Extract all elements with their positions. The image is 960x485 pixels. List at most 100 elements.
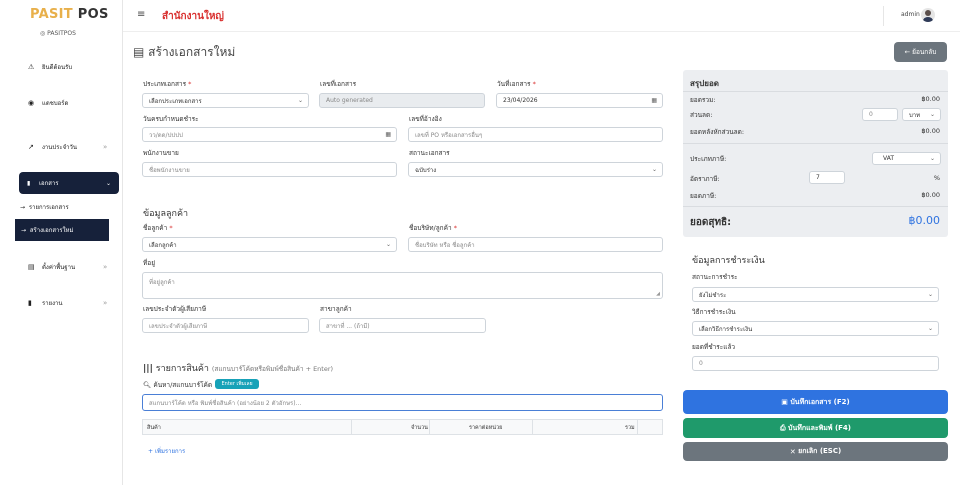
- sidebar-label: ตั้งค่าพื้นฐาน: [42, 264, 76, 271]
- tax-amount-value: ฿0.00: [921, 191, 940, 199]
- after-discount-value: ฿0.00: [921, 127, 940, 135]
- branch-name[interactable]: สำนักงานใหญ่: [162, 9, 224, 24]
- status-label: สถานะเอกสาร: [409, 149, 450, 157]
- summary-panel: สรุปยอด ยอดรวม: ฿0.00 ส่วนลด: 0 บาท ⌄ ยอด…: [683, 70, 948, 237]
- subtotal-value: ฿0.00: [921, 95, 940, 103]
- customer-value: เลือกลูกค้า: [149, 241, 177, 249]
- arrow-right-icon: →: [21, 226, 27, 234]
- status-value: ฉบับร่าง: [415, 166, 437, 174]
- sidebar-item-welcome[interactable]: ⚠ ยินดีต้อนรับ: [28, 62, 72, 72]
- sidebar-subitem-doc-new[interactable]: → สร้างเอกสารใหม่: [15, 219, 109, 241]
- summary-divider: [683, 143, 948, 144]
- net-total-label: ยอดสุทธิ:: [690, 217, 732, 228]
- doc-no-field: Auto generated: [319, 93, 485, 108]
- sidebar-label: แดชบอร์ด: [42, 100, 69, 107]
- arrow-right-icon: →: [20, 204, 26, 211]
- tax-rate-label: อัตราภาษี:: [690, 175, 720, 183]
- due-date-label: วันครบกำหนดชำระ: [143, 115, 199, 123]
- doc-date-value: 23/04/2026: [503, 97, 538, 104]
- customer-section-title: ข้อมูลลูกค้า: [143, 209, 189, 219]
- status-select[interactable]: ฉบับร่าง ⌄: [408, 162, 663, 177]
- tax-id-placeholder: เลขประจำตัวผู้เสียภาษี: [149, 322, 208, 330]
- sidebar-item-documents[interactable]: ▮ เอกสาร ⌄: [19, 172, 119, 194]
- avatar[interactable]: [921, 8, 935, 22]
- product-search-placeholder: สแกนบาร์โค้ด หรือ พิมพ์ชื่อสินค้า (อย่าง…: [149, 399, 302, 407]
- address-label: ที่อยู่: [143, 259, 155, 267]
- ref-field[interactable]: เลขที่ PO หรือเอกสารอื่นๆ: [408, 127, 663, 142]
- save-button[interactable]: ▣ บันทึกเอกสาร (F2): [683, 390, 948, 414]
- menu-toggle-icon[interactable]: ≡: [137, 9, 145, 20]
- sidebar-item-dashboard[interactable]: ◉ แดชบอร์ด: [28, 98, 68, 108]
- paid-amount-value: 0: [699, 360, 703, 367]
- cancel-button[interactable]: ✕ ยกเลิก (ESC): [683, 442, 948, 461]
- summary-divider: [683, 91, 948, 92]
- user-name[interactable]: admin: [901, 11, 920, 18]
- company-field[interactable]: ชื่อบริษัท หรือ ชื่อลูกค้า: [408, 237, 663, 252]
- customer-name-label: ชื่อลูกค้า *: [143, 224, 173, 232]
- column-divider: [429, 420, 430, 435]
- save-print-button[interactable]: ⎙ บันทึกและพิมพ์ (F4): [683, 418, 948, 438]
- customer-select[interactable]: เลือกลูกค้า ⌄: [142, 237, 397, 252]
- add-row-button[interactable]: + เพิ่มรายการ: [148, 446, 185, 456]
- sidebar-subitem-doc-list[interactable]: → รายการเอกสาร: [20, 202, 69, 212]
- paid-amount-input[interactable]: 0: [692, 356, 939, 371]
- column-qty: จำนวน: [411, 425, 428, 431]
- customer-branch-placeholder: สาขาที่ ... (ถ้ามี): [326, 322, 370, 330]
- sidebar-label: ยินดีต้อนรับ: [42, 64, 73, 71]
- brand-left: PASIT: [30, 7, 73, 22]
- calendar-icon[interactable]: ▦: [651, 97, 657, 104]
- add-row-label: เพิ่มรายการ: [154, 448, 186, 455]
- sidebar-item-settings[interactable]: ▤ ตั้งค่าพื้นฐาน »: [28, 262, 118, 272]
- doc-type-select[interactable]: เลือกประเภทเอกสาร ⌄: [142, 93, 309, 108]
- trend-icon: ↗: [28, 143, 34, 151]
- payment-status-value: ยังไม่ชำระ: [699, 291, 727, 299]
- tax-type-value: VAT: [883, 155, 895, 162]
- due-date-field[interactable]: วว/ดด/ปปปป ▦: [142, 127, 397, 142]
- ref-label: เลขที่อ้างอิง: [409, 115, 442, 123]
- discount-label: ส่วนลด:: [690, 111, 713, 119]
- company-placeholder: ชื่อบริษัท หรือ ชื่อลูกค้า: [415, 241, 475, 249]
- customer-branch-field[interactable]: สาขาที่ ... (ถ้ามี): [319, 318, 486, 333]
- sales-field[interactable]: ชื่อพนักงานขาย: [142, 162, 397, 177]
- doc-date-field[interactable]: 23/04/2026 ▦: [496, 93, 663, 108]
- discount-input[interactable]: 0: [862, 108, 898, 121]
- tax-id-label: เลขประจำตัวผู้เสียภาษี: [143, 305, 207, 313]
- page-title-text: สร้างเอกสารใหม่: [148, 45, 236, 59]
- column-total: รวม: [625, 425, 635, 431]
- barcode-icon: |||: [143, 364, 153, 374]
- discount-unit-value: บาท: [909, 111, 921, 119]
- report-icon: ▮: [28, 299, 32, 307]
- discount-value: 0: [869, 111, 873, 118]
- tax-amount-label: ยอดภาษี:: [690, 192, 717, 200]
- sidebar: PASIT POS ◎ PASITPOS ⚠ ยินดีต้อนรับ ◉ แดชบ…: [0, 0, 123, 485]
- sidebar-label: รายการเอกสาร: [28, 204, 69, 211]
- tax-rate-value: 7: [816, 174, 820, 181]
- back-button[interactable]: ← ย้อนกลับ: [894, 42, 947, 62]
- product-search-input[interactable]: สแกนบาร์โค้ด หรือ พิมพ์ชื่อสินค้า (อย่าง…: [142, 394, 663, 411]
- chevron-down-icon: ⌄: [927, 291, 933, 298]
- file-icon: ▮: [27, 179, 31, 187]
- column-unit-price: ราคาต่อหน่วย: [469, 425, 503, 431]
- close-icon: ✕: [789, 447, 796, 456]
- calendar-icon[interactable]: ▦: [385, 131, 391, 138]
- payment-method-select[interactable]: เลือกวิธีการชำระเงิน ⌄: [692, 321, 939, 336]
- resize-handle-icon[interactable]: ◢: [656, 291, 660, 297]
- chevron-right-icon: »: [103, 143, 108, 151]
- chevron-down-icon: ⌄: [929, 111, 935, 118]
- tax-id-field[interactable]: เลขประจำตัวผู้เสียภาษี: [142, 318, 309, 333]
- items-section-hint: (สแกนบาร์โค้ดหรือพิมพ์ชื่อสินค้า + Enter…: [211, 365, 334, 373]
- chevron-right-icon: »: [103, 263, 108, 271]
- sidebar-label: สร้างเอกสารใหม่: [29, 227, 74, 234]
- sidebar-item-reports[interactable]: ▮ รายงาน »: [28, 298, 118, 308]
- tax-rate-input[interactable]: 7: [809, 171, 845, 184]
- tax-type-select[interactable]: VAT ⌄: [872, 152, 941, 165]
- sidebar-item-daily[interactable]: ↗ งานประจำวัน »: [28, 142, 118, 152]
- discount-unit-select[interactable]: บาท ⌄: [902, 108, 941, 121]
- chevron-down-icon: ⌄: [297, 97, 303, 104]
- address-placeholder: ที่อยู่ลูกค้า: [149, 279, 175, 286]
- payment-status-select[interactable]: ยังไม่ชำระ ⌄: [692, 287, 939, 302]
- topbar: ≡ สำนักงานใหญ่ admin: [123, 0, 960, 32]
- brand-logo[interactable]: PASIT POS: [30, 7, 109, 22]
- chevron-down-icon: ⌄: [385, 241, 391, 248]
- address-textarea[interactable]: ที่อยู่ลูกค้า ◢: [142, 272, 663, 299]
